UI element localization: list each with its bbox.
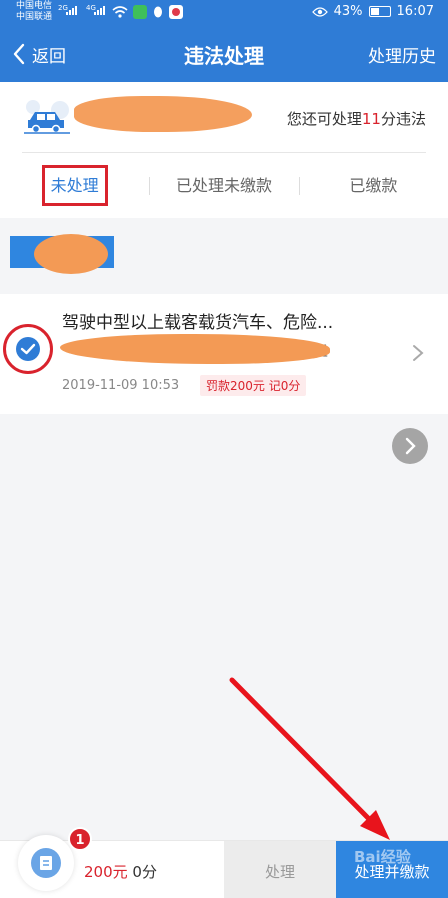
violation-title: 驾驶中型以上载客载货汽车、危险... <box>62 313 334 333</box>
status-right: 43% 16:07 <box>311 4 434 19</box>
wifi-icon <box>112 6 128 18</box>
carrier-1: 中国电信 <box>16 1 53 11</box>
divider <box>22 152 426 153</box>
remaining-prefix: 您还可处理 <box>286 110 362 128</box>
qq-icon <box>151 5 165 19</box>
chevron-right-icon <box>405 437 416 455</box>
tab-label: 未处理 <box>41 165 108 206</box>
battery-percent: 43% <box>333 4 363 19</box>
chevron-right-icon <box>413 345 424 361</box>
selection-cart[interactable]: 1 <box>18 827 92 891</box>
battery-icon <box>368 6 391 17</box>
signal-icon <box>94 6 105 15</box>
tab-unprocessed[interactable]: 未处理 <box>0 160 149 212</box>
baidu-watermark: Bai经验 <box>354 848 411 866</box>
remaining-suffix: 分违法 <box>380 110 426 128</box>
process-button[interactable]: 处理 <box>224 841 336 898</box>
tab-processed-unpaid[interactable]: 已处理未缴款 <box>149 160 298 212</box>
violation-time: 2019-11-09 10:53 <box>62 378 180 393</box>
eye-icon <box>311 6 328 17</box>
list-icon <box>31 848 61 878</box>
selected-count-badge: 1 <box>68 827 92 851</box>
tab-paid[interactable]: 已缴款 <box>298 160 448 212</box>
total-points: 0分 <box>132 863 157 881</box>
nav-bar: 返回 违法处理 处理历史 <box>0 26 448 82</box>
car-icon <box>24 100 70 134</box>
total-summary: 200元 0分 <box>84 861 157 882</box>
location-redacted <box>60 334 330 364</box>
clock: 16:07 <box>396 4 434 19</box>
violation-list-item[interactable]: 驾驶中型以上载客载货汽车、危险... 公里 2019-11-09 10:53 罚… <box>0 294 448 414</box>
total-amount-value: 200元 <box>84 863 128 881</box>
app-notification-icon <box>169 5 183 19</box>
tab-label: 已处理未缴款 <box>175 176 272 195</box>
tab-label: 已缴款 <box>349 176 398 195</box>
summary-card: 您还可处理11分违法 未处理 已处理未缴款 已缴款 <box>0 82 448 218</box>
select-checkbox[interactable] <box>3 324 53 374</box>
carrier-2: 中国联通 <box>16 12 53 22</box>
status-bar: 中国电信 中国联通 2G 4G 43% 16:07 <box>0 0 448 26</box>
next-page-button[interactable] <box>392 428 428 464</box>
app-notification-icon <box>133 5 147 19</box>
signal-icon <box>66 6 77 15</box>
fine-badge: 罚款200元 记0分 <box>200 375 307 396</box>
remaining-points: 11 <box>361 110 381 128</box>
group-header-redacted <box>10 234 118 274</box>
checkmark-icon <box>16 337 40 361</box>
plate-number-redacted <box>74 96 252 132</box>
carrier-labels: 中国电信 中国联通 <box>16 1 52 23</box>
status-tabs: 未处理 已处理未缴款 已缴款 <box>0 160 448 212</box>
remaining-points-text: 您还可处理11分违法 <box>287 108 426 129</box>
history-button[interactable]: 处理历史 <box>368 42 436 67</box>
